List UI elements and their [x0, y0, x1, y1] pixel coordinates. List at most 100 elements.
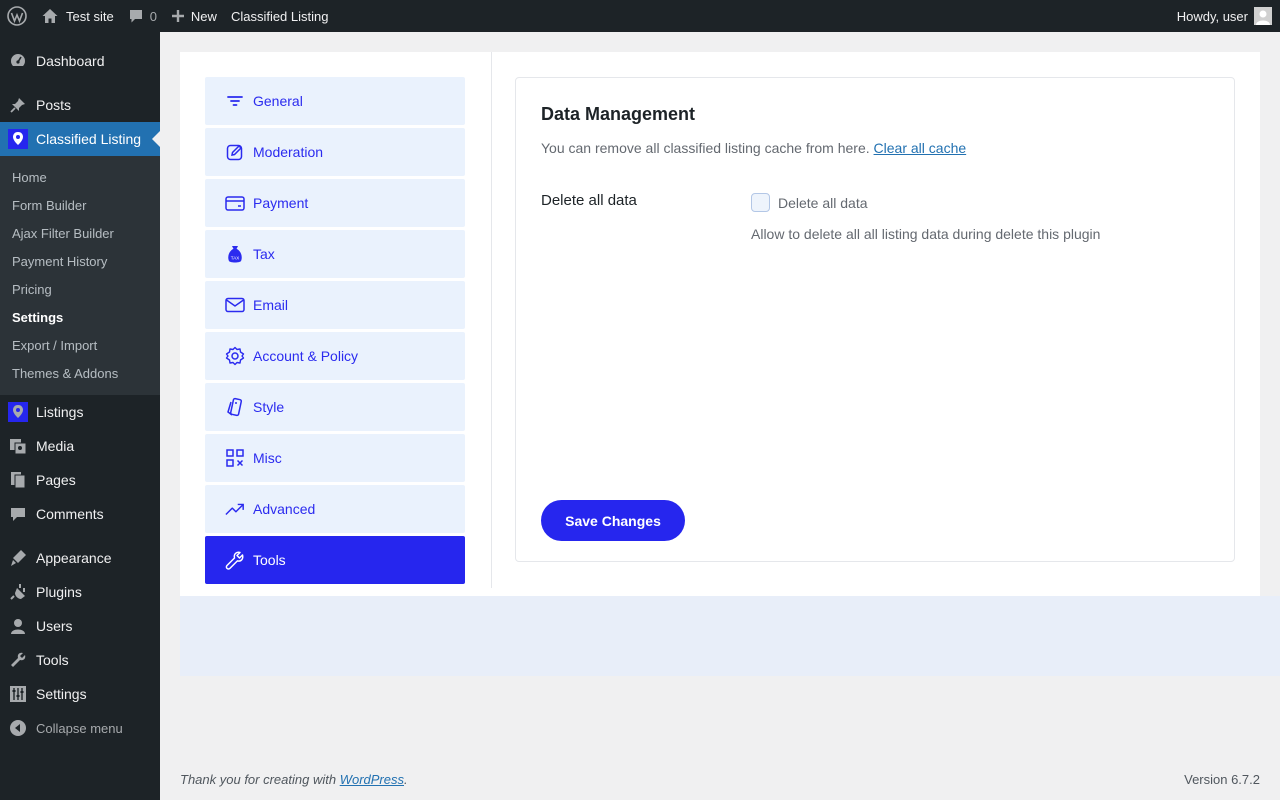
data-management-panel: Data Management You can remove all class…	[515, 77, 1235, 562]
trend-up-icon	[225, 499, 245, 519]
tax-bag-icon: TAX	[225, 244, 245, 264]
submenu-home[interactable]: Home	[0, 163, 160, 191]
tab-tools-label: Tools	[253, 552, 286, 568]
menu-settings[interactable]: Settings	[0, 677, 160, 711]
submenu-settings[interactable]: Settings	[0, 303, 160, 331]
menu-settings-label: Settings	[36, 686, 87, 702]
panel-description-text: You can remove all classified listing ca…	[541, 140, 870, 156]
menu-dashboard[interactable]: Dashboard	[0, 44, 160, 78]
tab-misc[interactable]: Misc	[205, 434, 465, 482]
delete-all-data-help: Allow to delete all all listing data dur…	[751, 226, 1101, 242]
classified-listing-icon	[8, 129, 28, 149]
footer-version: Version 6.7.2	[1184, 772, 1260, 787]
tab-email-label: Email	[253, 297, 289, 313]
style-icon	[225, 397, 245, 417]
footer-thanks-prefix: Thank you for creating with	[180, 772, 340, 787]
plugins-icon	[8, 582, 28, 602]
tab-account-policy[interactable]: Account & Policy	[205, 332, 465, 380]
submenu-export-import[interactable]: Export / Import	[0, 331, 160, 359]
settings-tabs: General Moderation Payment TAX Tax Email…	[205, 77, 465, 587]
credit-card-icon	[225, 193, 245, 213]
menu-classified-listing[interactable]: Classified Listing	[0, 122, 160, 156]
delete-all-data-checkbox-label[interactable]: Delete all data	[778, 195, 868, 211]
tab-moderation[interactable]: Moderation	[205, 128, 465, 176]
panel-title: Data Management	[541, 104, 696, 124]
classified-listing-adminbar-label: Classified Listing	[230, 8, 329, 24]
menu-listings-label: Listings	[36, 404, 84, 420]
media-icon	[8, 436, 28, 456]
comments-link[interactable]: 0	[121, 0, 164, 32]
menu-pages[interactable]: Pages	[0, 463, 160, 497]
home-icon	[41, 7, 59, 25]
tab-email[interactable]: Email	[205, 281, 465, 329]
site-name-link[interactable]: Test site	[34, 0, 121, 32]
save-changes-button[interactable]: Save Changes	[541, 500, 685, 541]
submenu-themes-addons[interactable]: Themes & Addons	[0, 359, 160, 387]
appearance-icon	[8, 548, 28, 568]
collapse-menu-button[interactable]: Collapse menu	[0, 711, 160, 745]
menu-tools[interactable]: Tools	[0, 643, 160, 677]
menu-listings[interactable]: Listings	[0, 395, 160, 429]
new-label: New	[190, 8, 217, 24]
tab-general[interactable]: General	[205, 77, 465, 125]
classified-listing-submenu: Home Form Builder Ajax Filter Builder Pa…	[0, 156, 160, 395]
submenu-pricing[interactable]: Pricing	[0, 275, 160, 303]
tools-icon	[8, 650, 28, 670]
avatar	[1254, 7, 1272, 25]
new-content-link[interactable]: New	[164, 0, 224, 32]
collapse-menu-label: Collapse menu	[36, 720, 123, 736]
users-icon	[8, 616, 28, 636]
submenu-ajax-filter-builder[interactable]: Ajax Filter Builder	[0, 219, 160, 247]
tab-payment[interactable]: Payment	[205, 179, 465, 227]
howdy-text: Howdy, user	[1176, 8, 1248, 24]
delete-all-data-checkbox[interactable]	[751, 193, 770, 212]
main-content: General Moderation Payment TAX Tax Email…	[180, 52, 1260, 596]
wordpress-link[interactable]: WordPress	[340, 772, 404, 787]
menu-media[interactable]: Media	[0, 429, 160, 463]
tab-payment-label: Payment	[253, 195, 309, 211]
menu-posts[interactable]: Posts	[0, 88, 160, 122]
footer-thanks: Thank you for creating with WordPress.	[180, 772, 408, 787]
tab-tax[interactable]: TAX Tax	[205, 230, 465, 278]
panel-description: You can remove all classified listing ca…	[541, 140, 966, 156]
delete-all-data-checkbox-row[interactable]: Delete all data	[751, 193, 868, 212]
footer-thanks-suffix: .	[404, 772, 408, 787]
menu-tools-label: Tools	[36, 652, 69, 668]
admin-sidebar: Dashboard Posts Classified Listing Home …	[0, 32, 160, 800]
tab-moderation-label: Moderation	[253, 144, 324, 160]
tab-tools[interactable]: Tools	[205, 536, 465, 584]
submenu-form-builder[interactable]: Form Builder	[0, 191, 160, 219]
menu-appearance-label: Appearance	[36, 550, 112, 566]
wordpress-logo-icon[interactable]	[0, 0, 34, 32]
menu-plugins[interactable]: Plugins	[0, 575, 160, 609]
tab-advanced[interactable]: Advanced	[205, 485, 465, 533]
menu-classified-listing-label: Classified Listing	[36, 131, 142, 147]
svg-text:TAX: TAX	[231, 256, 239, 261]
comment-bubble-icon	[128, 8, 144, 24]
menu-users[interactable]: Users	[0, 609, 160, 643]
menu-users-label: Users	[36, 618, 73, 634]
classified-listing-adminbar-link[interactable]: Classified Listing	[224, 0, 336, 32]
tab-general-label: General	[253, 93, 303, 109]
qr-grid-icon	[225, 448, 245, 468]
tab-style[interactable]: Style	[205, 383, 465, 431]
plus-icon	[171, 9, 185, 23]
delete-all-data-label: Delete all data	[541, 192, 637, 209]
tab-account-policy-label: Account & Policy	[253, 348, 359, 364]
menu-comments[interactable]: Comments	[0, 497, 160, 531]
filter-icon	[225, 91, 245, 111]
tab-advanced-label: Advanced	[253, 501, 316, 517]
menu-posts-label: Posts	[36, 97, 72, 113]
my-account-link[interactable]: Howdy, user	[1170, 0, 1272, 32]
submenu-payment-history[interactable]: Payment History	[0, 247, 160, 275]
menu-appearance[interactable]: Appearance	[0, 541, 160, 575]
clear-all-cache-link[interactable]: Clear all cache	[874, 140, 967, 156]
wrench-icon	[225, 550, 245, 570]
settings-card: General Moderation Payment TAX Tax Email…	[180, 52, 1260, 596]
collapse-arrow-icon	[8, 718, 28, 738]
admin-bar: Test site 0 New Classified Listing Howdy…	[0, 0, 1280, 32]
pin-icon	[8, 95, 28, 115]
dashboard-icon	[8, 51, 28, 71]
comments-icon	[8, 504, 28, 524]
menu-dashboard-label: Dashboard	[36, 53, 105, 69]
